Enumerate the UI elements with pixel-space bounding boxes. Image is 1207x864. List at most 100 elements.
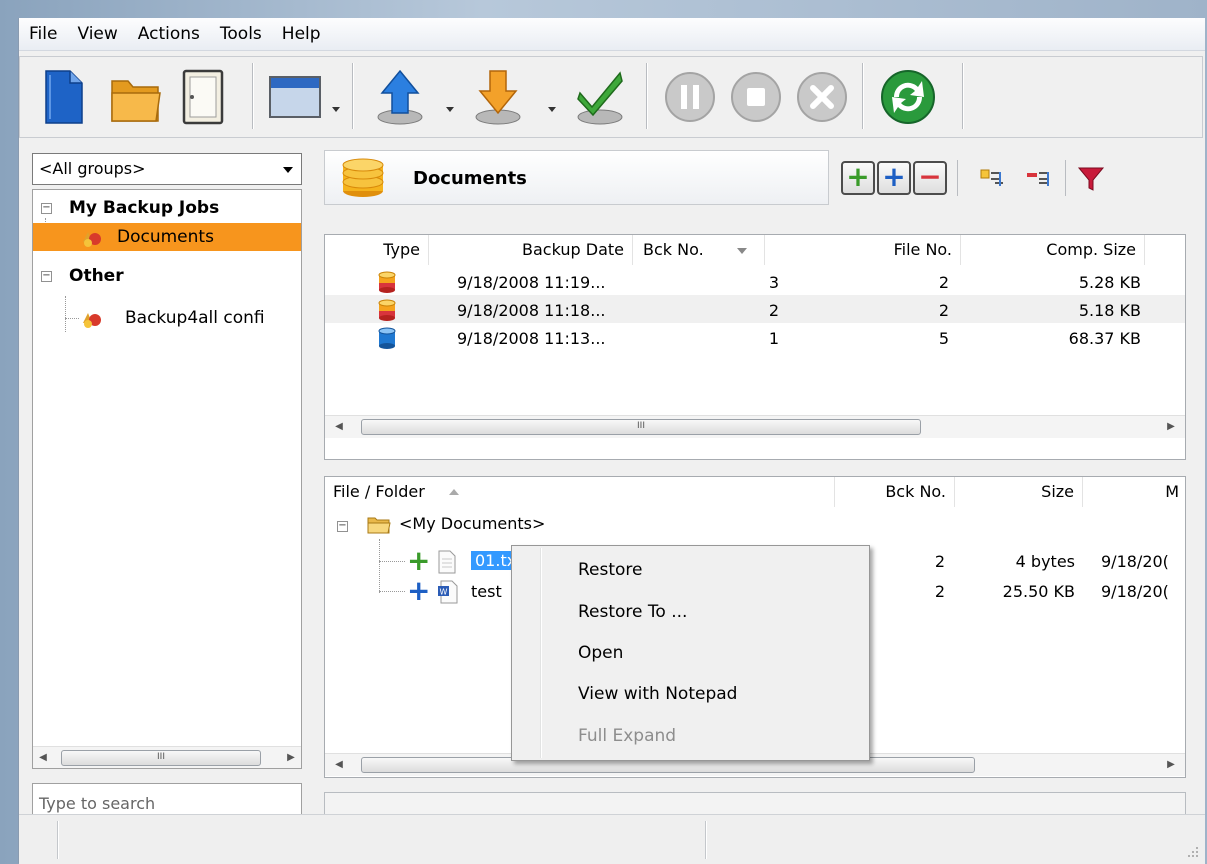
collapse-icon[interactable]: − [41, 203, 52, 214]
column-header-bck-no[interactable]: Bck No. [835, 477, 955, 507]
cell-file-no: 5 [938, 329, 949, 348]
folder-icon [367, 517, 391, 534]
refresh-icon[interactable] [878, 67, 938, 127]
collapse-icon[interactable]: − [41, 271, 52, 282]
cell-file-no: 2 [938, 301, 949, 320]
column-header-comp-size[interactable]: Comp. Size [961, 235, 1145, 265]
tree-item-label: Backup4all confi [125, 308, 265, 328]
properties-icon[interactable] [178, 67, 228, 127]
toolbar-separator [862, 63, 864, 129]
context-menu-gutter [540, 548, 542, 758]
cell-modified: 9/18/20( [1101, 552, 1169, 571]
modified-file-status-icon: + [407, 574, 431, 607]
layout-icon[interactable] [268, 67, 322, 127]
menu-file[interactable]: File [19, 18, 67, 50]
status-separator [705, 821, 707, 859]
tree-item-other[interactable]: − Other [33, 262, 301, 290]
toolbar-separator [962, 63, 964, 129]
column-header-size[interactable]: Size [955, 477, 1083, 507]
layout-dropdown-arrow[interactable] [332, 107, 340, 112]
scroll-right-arrow-icon[interactable]: ▶ [1161, 754, 1181, 776]
restore-down-arrow-icon[interactable] [470, 67, 526, 127]
remove-button[interactable]: − [913, 161, 947, 195]
scroll-right-arrow-icon[interactable]: ▶ [281, 747, 301, 768]
status-bar [19, 814, 1205, 864]
menu-view[interactable]: View [67, 18, 127, 50]
scroll-left-arrow-icon[interactable]: ◀ [329, 416, 349, 438]
tree-root-label[interactable]: <My Documents> [399, 514, 545, 533]
resize-grip-icon[interactable] [1185, 844, 1199, 858]
collapse-icon[interactable]: − [337, 521, 348, 532]
pause-icon[interactable] [662, 67, 718, 127]
collapse-all-icon[interactable] [1025, 168, 1051, 188]
chevron-down-icon [283, 167, 293, 173]
database-icon [342, 158, 384, 197]
column-header-label: Bck No. [643, 240, 704, 259]
context-menu: Restore Restore To ... Open View with No… [511, 545, 870, 761]
tree-horizontal-scrollbar[interactable]: ◀ III ▶ [33, 746, 301, 768]
new-file-status-icon: + [407, 544, 431, 577]
svg-text:W: W [440, 588, 448, 597]
backup-up-arrow-icon[interactable] [372, 67, 428, 127]
stop-icon[interactable] [728, 67, 784, 127]
column-header-modified[interactable]: M [1083, 477, 1185, 507]
cell-bck-no: 2 [934, 582, 945, 601]
tree-item-label: Documents [117, 227, 214, 247]
add-new-button[interactable]: + [841, 161, 875, 195]
cancel-icon[interactable] [794, 67, 850, 127]
backup-dropdown-arrow[interactable] [446, 107, 454, 112]
column-header-file-no[interactable]: File No. [765, 235, 961, 265]
restore-dropdown-arrow[interactable] [548, 107, 556, 112]
tree-item-documents[interactable]: Documents [33, 223, 301, 251]
cell-backup-date: 9/18/2008 11:18... [457, 301, 606, 320]
scroll-thumb[interactable]: III [361, 419, 921, 435]
column-header-bck-no[interactable]: Bck No. [633, 235, 765, 265]
cell-comp-size: 5.18 KB [1078, 301, 1141, 320]
menu-tools[interactable]: Tools [210, 18, 272, 50]
tree-tools: + + − [839, 150, 1187, 205]
new-file-icon[interactable] [40, 67, 88, 127]
expand-all-icon[interactable] [979, 168, 1005, 188]
cell-file-no: 2 [938, 273, 949, 292]
cell-backup-date: 9/18/2008 11:13... [457, 329, 606, 348]
scroll-left-arrow-icon[interactable]: ◀ [329, 754, 349, 776]
menu-item-full-expand: Full Expand [578, 726, 677, 746]
toolbar-separator [1065, 160, 1066, 196]
column-header-type[interactable]: Type [325, 235, 429, 265]
tree-item-label: Other [69, 266, 124, 286]
cell-size: 25.50 KB [1002, 582, 1075, 601]
open-folder-icon[interactable] [108, 67, 164, 127]
word-document-icon: W [438, 580, 458, 604]
column-header-label: File / Folder [333, 482, 425, 501]
menu-item-open[interactable]: Open [578, 643, 623, 663]
file-name[interactable]: test [471, 582, 502, 601]
menu-item-view-with-notepad[interactable]: View with Notepad [578, 684, 737, 704]
scroll-left-arrow-icon[interactable]: ◀ [33, 747, 53, 768]
test-checkmark-icon[interactable] [572, 67, 628, 127]
scroll-right-arrow-icon[interactable]: ▶ [1161, 416, 1181, 438]
menu-item-restore-to[interactable]: Restore To ... [578, 602, 687, 622]
filter-icon[interactable] [1077, 164, 1105, 192]
menu-item-restore[interactable]: Restore [578, 560, 643, 580]
add-modified-button[interactable]: + [877, 161, 911, 195]
backup-job-icon [83, 313, 101, 328]
cell-comp-size: 68.37 KB [1068, 329, 1141, 348]
tree-item-my-backup-jobs[interactable]: − My Backup Jobs [33, 194, 301, 222]
backups-horizontal-scrollbar[interactable]: ◀ III ▶ [325, 415, 1185, 438]
toolbar-separator [646, 63, 648, 129]
menu-actions[interactable]: Actions [128, 18, 210, 50]
main-toolbar [19, 56, 1203, 138]
column-header-backup-date[interactable]: Backup Date [429, 235, 633, 265]
sort-ascending-icon [449, 489, 459, 495]
column-header-file-folder[interactable]: File / Folder [325, 477, 835, 507]
toolbar-separator [352, 63, 354, 129]
toolbar-separator [252, 63, 254, 129]
group-select-value: <All groups> [39, 159, 146, 178]
toolbar-separator [957, 160, 958, 196]
cell-bck-no: 3 [768, 273, 779, 292]
group-select[interactable]: <All groups> [32, 153, 302, 185]
tree-item-backup4all-config[interactable]: Backup4all confi [33, 304, 301, 332]
scroll-thumb[interactable]: III [61, 750, 261, 766]
tree-item-label: My Backup Jobs [69, 198, 220, 218]
menu-help[interactable]: Help [272, 18, 331, 50]
